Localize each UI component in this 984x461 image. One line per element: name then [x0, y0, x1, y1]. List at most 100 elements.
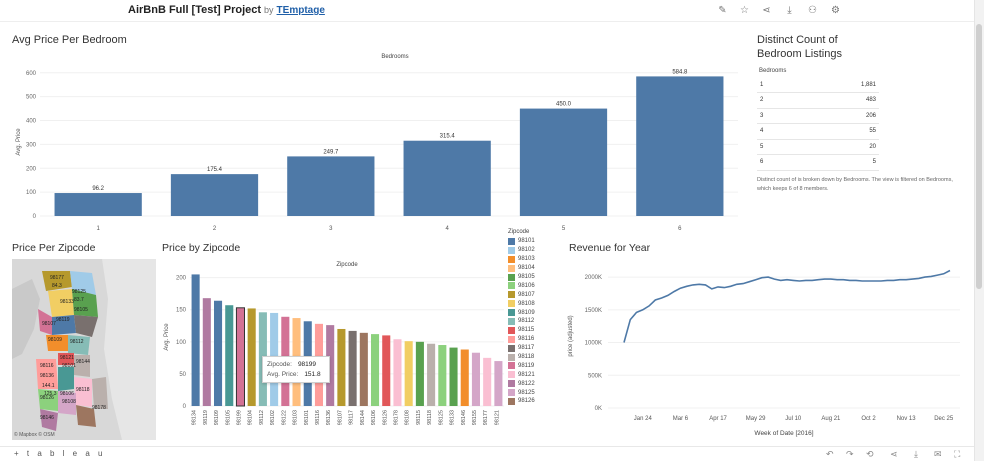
zip-region-98112[interactable] [68, 335, 90, 355]
bedroom-bar [287, 156, 375, 216]
table-row[interactable]: 4 55 [757, 123, 879, 140]
table-row[interactable]: 2 483 [757, 92, 879, 109]
legend-label: 98103 [518, 256, 535, 263]
zipcode-bar [382, 335, 391, 406]
legend-item[interactable]: 98109 [508, 308, 550, 317]
price-by-zipcode-bar-chart[interactable]: Zipcode 0 50 100 150 200 Avg. Price 98134 98119 9… [160, 256, 506, 442]
distinct-count-column-header: Bedrooms [759, 68, 787, 74]
zipcode-map[interactable]: 98177 84.3 98125 83.7 98105 98133 98119 98107 98… [12, 259, 156, 440]
legend-item[interactable]: 98117 [508, 344, 550, 353]
comment-icon[interactable]: ✉ [934, 449, 942, 460]
x-tick-label: 98119 [203, 410, 209, 425]
table-row[interactable]: 5 20 [757, 139, 879, 155]
x-tick-label: 98199 [236, 410, 242, 425]
x-tick-label: 98112 [259, 410, 265, 425]
price-by-zipcode-title: Price by Zipcode [162, 242, 241, 254]
map-label: 98121 [60, 355, 74, 361]
legend-label: 98119 [518, 362, 535, 369]
map-label: 125.3 [44, 391, 57, 397]
zipcode-bar [460, 349, 469, 406]
x-tick-label: 4 [445, 226, 449, 232]
legend-item[interactable]: 98106 [508, 281, 550, 290]
redo-icon[interactable]: ↷ [846, 449, 854, 460]
download-footer-icon[interactable]: ⤓ [914, 449, 918, 460]
table-row[interactable]: 3 206 [757, 108, 879, 124]
map-label: 98125 [72, 289, 86, 295]
legend-label: 98122 [518, 380, 535, 387]
x-tick-label: 98115 [416, 410, 422, 425]
legend-item[interactable]: 98104 [508, 264, 550, 273]
x-tick-label: 98105 [225, 410, 231, 425]
table-row[interactable]: 1 1,881 [757, 77, 879, 93]
legend-item[interactable]: 98125 [508, 388, 550, 397]
legend-label: 98105 [518, 274, 535, 280]
legend-label: 98106 [518, 282, 535, 289]
x-tick-label: Jul 10 [785, 416, 802, 422]
x-tick-label: 1 [96, 226, 100, 232]
map-label: 98106 [60, 391, 74, 397]
distinct-count-title-line2: Bedroom Listings [757, 48, 842, 60]
legend-item[interactable]: 98126 [508, 397, 550, 406]
legend-item[interactable]: 98116 [508, 335, 550, 344]
avg-price-bar-chart[interactable]: Bedrooms 0 100 200 300 400 500 600 Avg. Price 96.… [0, 48, 750, 238]
x-tick-label: Aug 21 [821, 416, 841, 422]
legend-item[interactable]: 98122 [508, 379, 550, 388]
legend-item[interactable]: 98119 [508, 361, 550, 370]
x-tick-label: 98106 [371, 410, 377, 425]
bar-value-label: 96.2 [92, 186, 104, 192]
share-footer-icon[interactable]: ⋖ [890, 449, 898, 460]
legend-item[interactable]: 98105 [508, 273, 550, 282]
fullscreen-icon[interactable]: ⛶ [954, 449, 960, 460]
legend-label: 98125 [518, 389, 535, 396]
table-row[interactable]: 65 [757, 154, 879, 171]
y-tick-label: 1500K [585, 308, 602, 314]
y-tick-label: 0K [595, 406, 602, 412]
legend-item[interactable]: 98118 [508, 353, 550, 362]
zipcode-bar [337, 328, 346, 406]
revenue-line-chart[interactable]: 0K 500K 1000K 1500K 2000K price (adjusted) Jan… [560, 256, 970, 442]
download-icon[interactable]: ⤓ [783, 4, 796, 17]
tooltip-price-value: 151.8 [304, 371, 321, 378]
legend-item[interactable]: 98112 [508, 317, 550, 326]
legend-swatch [508, 397, 515, 405]
bar-value-label: 249.7 [323, 149, 339, 155]
distinct-count-table: 1 1,881 2 483 3 206 4 55 5 20 65 [757, 77, 879, 171]
settings-icon[interactable]: ⚙ [829, 4, 842, 17]
legend-label: 98121 [518, 371, 535, 378]
tableau-logo[interactable]: + t a b l e a u [14, 449, 105, 458]
zipcode-bar [202, 298, 211, 406]
map-label: 98107 [42, 321, 56, 327]
y-tick-label: 500 [26, 95, 37, 101]
zipcode-axis-header: Zipcode [336, 262, 358, 268]
tooltip-zip-value: 98199 [297, 361, 317, 368]
zipcode-bar [225, 305, 234, 406]
legend-label: 98118 [518, 354, 535, 361]
legend-item[interactable]: 98115 [508, 326, 550, 335]
favorite-star-icon[interactable]: ☆ [738, 4, 751, 17]
legend-item[interactable]: 98103 [508, 255, 550, 264]
bar-tooltip: Zipcode: 98199 Avg. Price: 151.8 [262, 356, 330, 383]
x-tick-label: 98101 [304, 410, 310, 425]
legend-item[interactable]: 98101 [508, 237, 550, 246]
count-cell: 1,881 [794, 77, 879, 93]
zipcode-bar [427, 343, 436, 406]
undo-icon[interactable]: ↶ [826, 449, 834, 460]
revert-icon[interactable]: ⟲ [866, 449, 874, 460]
scrollbar-thumb[interactable] [976, 24, 982, 289]
legend-swatch [508, 317, 515, 325]
x-tick-label: 98117 [349, 410, 355, 425]
legend-item[interactable]: 98102 [508, 246, 550, 255]
legend-item[interactable]: 98107 [508, 290, 550, 299]
legend-item[interactable]: 98108 [508, 299, 550, 308]
edit-icon[interactable]: ✎ [716, 4, 729, 17]
legend-swatch [508, 335, 515, 343]
legend-swatch [508, 380, 515, 388]
share-icon[interactable]: ⋖ [760, 4, 773, 17]
user-icon[interactable]: ⚇ [806, 4, 819, 17]
legend-item[interactable]: 98121 [508, 370, 550, 379]
author-link[interactable]: TEmptage [277, 5, 325, 16]
x-tick-label: 98104 [248, 410, 254, 425]
zip-region-98134[interactable] [58, 367, 74, 391]
x-tick-label: 2 [213, 226, 217, 232]
x-tick-label: Mar 6 [673, 416, 689, 422]
